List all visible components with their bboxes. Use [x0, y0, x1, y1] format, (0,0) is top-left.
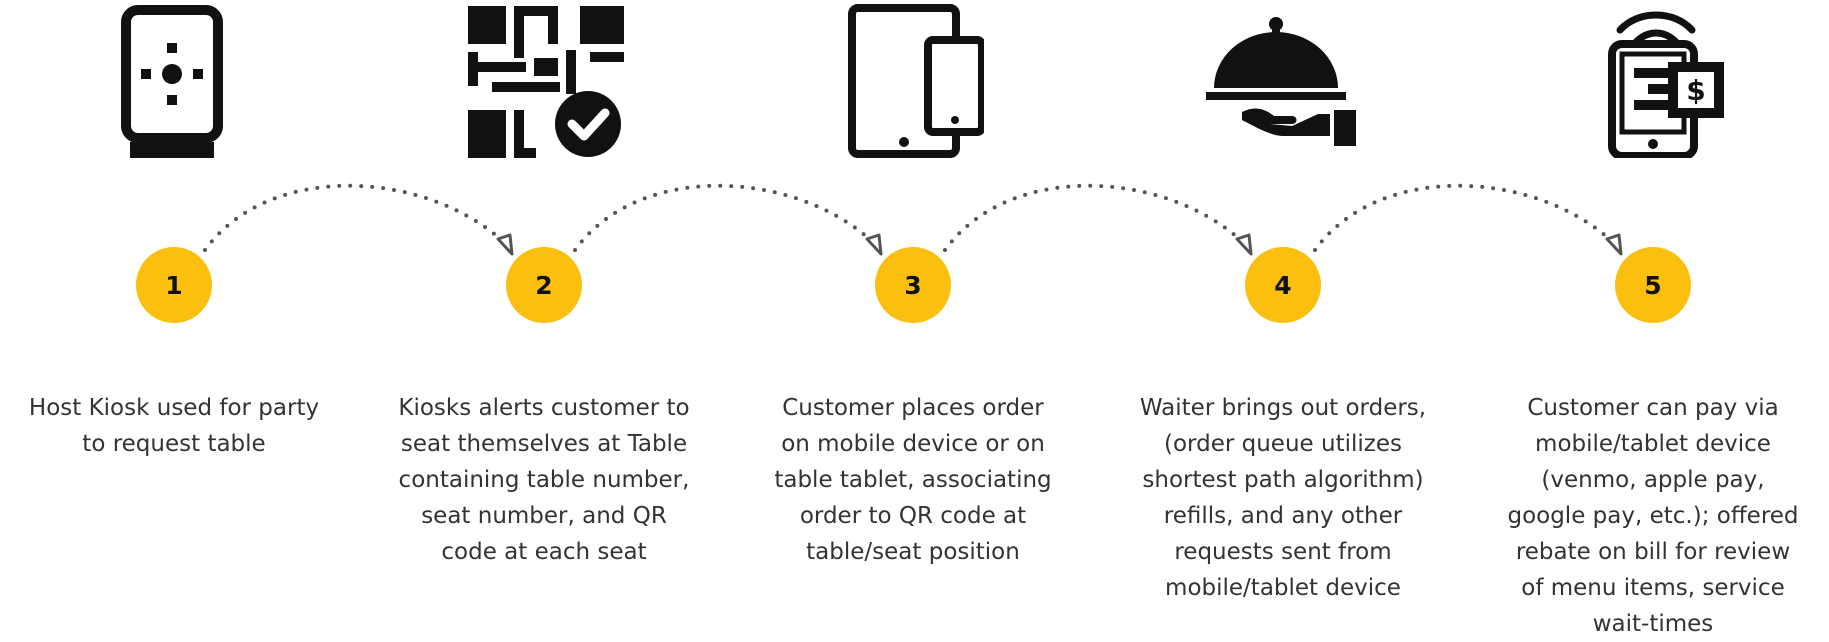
- step-description-1: Host Kiosk used for party to request tab…: [4, 390, 344, 462]
- connector-arrow: [943, 183, 1249, 252]
- arrowhead-icon: [865, 233, 883, 256]
- step-text: Waiter brings out orders, (order queue u…: [1139, 395, 1427, 601]
- step-badge-2: 2: [506, 247, 582, 323]
- step-number: 4: [1274, 270, 1292, 300]
- step-number: 2: [535, 270, 553, 300]
- step-number: 5: [1644, 270, 1662, 300]
- step-description-3: Customer places order on mobile device o…: [743, 390, 1083, 570]
- process-diagram: $ 1 2 3 4 5 Host Kiosk used for party to…: [0, 0, 1829, 637]
- connector-arrow: [203, 183, 510, 252]
- step-badge-1: 1: [136, 247, 212, 323]
- step-badge-3: 3: [875, 247, 951, 323]
- step-text: Customer can pay via mobile/tablet devic…: [1507, 395, 1799, 637]
- step-description-2: Kiosks alerts customer to seat themselve…: [374, 390, 714, 570]
- connector-arrow: [573, 183, 879, 252]
- step-badge-4: 4: [1245, 247, 1321, 323]
- step-description-4: Waiter brings out orders, (order queue u…: [1113, 390, 1453, 606]
- step-number: 1: [165, 270, 183, 300]
- arrowhead-icon: [496, 233, 514, 256]
- step-badge-5: 5: [1615, 247, 1691, 323]
- arrowhead-icon: [1605, 233, 1623, 256]
- step-description-5: Customer can pay via mobile/tablet devic…: [1483, 390, 1823, 642]
- step-number: 3: [904, 270, 922, 300]
- connector-arrow: [1313, 183, 1619, 252]
- step-text: Kiosks alerts customer to seat themselve…: [398, 395, 690, 565]
- step-text: Customer places order on mobile device o…: [774, 395, 1052, 565]
- arrowhead-icon: [1235, 233, 1253, 256]
- step-text: Host Kiosk used for party to request tab…: [28, 395, 320, 457]
